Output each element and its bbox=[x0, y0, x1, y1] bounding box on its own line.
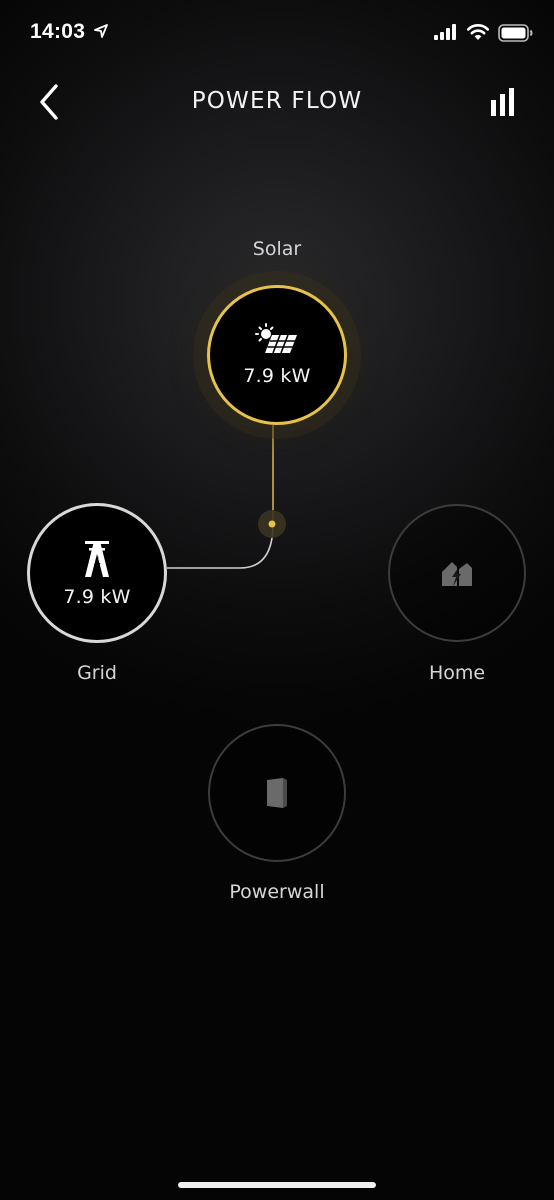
grid-power-value: 7.9 kW bbox=[63, 586, 131, 608]
flow-junction-dot bbox=[268, 520, 276, 528]
solar-node[interactable]: 7.9 kW bbox=[207, 285, 347, 425]
junction-to-grid-line bbox=[167, 523, 274, 569]
grid-node[interactable]: 7.9 kW bbox=[27, 503, 167, 643]
home-label: Home bbox=[428, 662, 486, 684]
home-icon bbox=[442, 562, 472, 586]
powerwall-icon bbox=[267, 778, 287, 808]
solar-power-value: 7.9 kW bbox=[243, 365, 311, 387]
home-indicator-bar[interactable] bbox=[178, 1182, 376, 1188]
powerwall-node[interactable] bbox=[208, 724, 346, 862]
power-tower-icon bbox=[85, 541, 109, 577]
home-node[interactable] bbox=[388, 504, 526, 642]
power-flow-screen: 14:03 POWER FLOW Solar 7.9 kW 7.9 kW Gri… bbox=[0, 0, 554, 1200]
powerwall-label: Powerwall bbox=[229, 881, 325, 903]
grid-label: Grid bbox=[77, 662, 117, 684]
solar-panel-icon bbox=[255, 323, 297, 354]
solar-label: Solar bbox=[252, 238, 302, 260]
